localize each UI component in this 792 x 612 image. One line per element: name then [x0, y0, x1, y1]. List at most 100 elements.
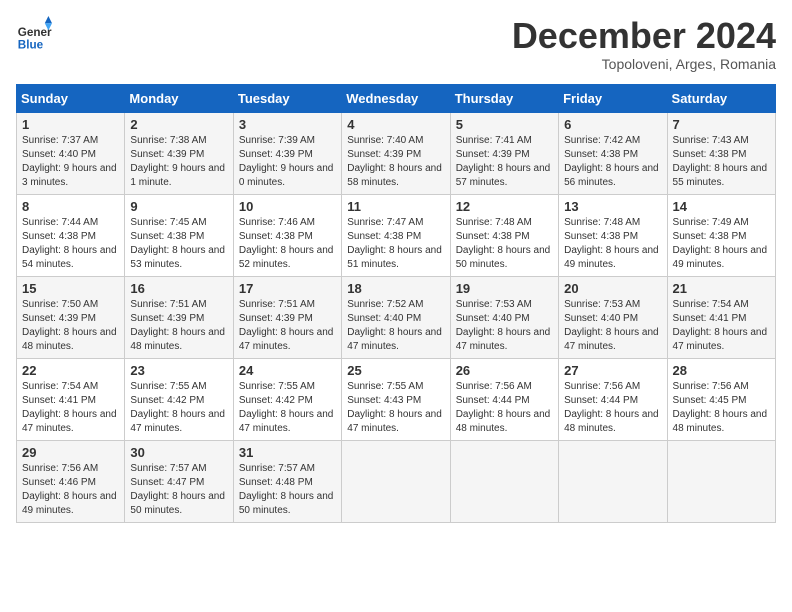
calendar-title: December 2024: [512, 16, 776, 56]
day-info: Sunrise: 7:38 AM Sunset: 4:39 PM Dayligh…: [130, 134, 227, 190]
day-number: 2: [130, 117, 227, 132]
calendar-cell: [450, 440, 558, 522]
calendar-cell: 11 Sunrise: 7:47 AM Sunset: 4:38 PM Dayl…: [342, 194, 450, 276]
calendar-table: Sunday Monday Tuesday Wednesday Thursday…: [16, 84, 776, 523]
calendar-cell: 19 Sunrise: 7:53 AM Sunset: 4:40 PM Dayl…: [450, 276, 558, 358]
day-info: Sunrise: 7:44 AM Sunset: 4:38 PM Dayligh…: [22, 216, 119, 272]
day-number: 12: [456, 199, 553, 214]
day-number: 16: [130, 281, 227, 296]
calendar-cell: [667, 440, 775, 522]
header-row: Sunday Monday Tuesday Wednesday Thursday…: [17, 84, 776, 112]
day-number: 18: [347, 281, 444, 296]
day-number: 26: [456, 363, 553, 378]
calendar-cell: 1 Sunrise: 7:37 AM Sunset: 4:40 PM Dayli…: [17, 112, 125, 194]
col-friday: Friday: [559, 84, 667, 112]
col-wednesday: Wednesday: [342, 84, 450, 112]
day-number: 11: [347, 199, 444, 214]
day-info: Sunrise: 7:49 AM Sunset: 4:38 PM Dayligh…: [673, 216, 770, 272]
calendar-cell: 31 Sunrise: 7:57 AM Sunset: 4:48 PM Dayl…: [233, 440, 341, 522]
day-info: Sunrise: 7:55 AM Sunset: 4:42 PM Dayligh…: [130, 380, 227, 436]
day-info: Sunrise: 7:54 AM Sunset: 4:41 PM Dayligh…: [673, 298, 770, 354]
logo-icon: General Blue: [16, 16, 52, 52]
day-number: 27: [564, 363, 661, 378]
day-info: Sunrise: 7:41 AM Sunset: 4:39 PM Dayligh…: [456, 134, 553, 190]
calendar-cell: 17 Sunrise: 7:51 AM Sunset: 4:39 PM Dayl…: [233, 276, 341, 358]
calendar-cell: 15 Sunrise: 7:50 AM Sunset: 4:39 PM Dayl…: [17, 276, 125, 358]
day-info: Sunrise: 7:50 AM Sunset: 4:39 PM Dayligh…: [22, 298, 119, 354]
calendar-cell: 9 Sunrise: 7:45 AM Sunset: 4:38 PM Dayli…: [125, 194, 233, 276]
day-info: Sunrise: 7:46 AM Sunset: 4:38 PM Dayligh…: [239, 216, 336, 272]
calendar-cell: 7 Sunrise: 7:43 AM Sunset: 4:38 PM Dayli…: [667, 112, 775, 194]
calendar-cell: 16 Sunrise: 7:51 AM Sunset: 4:39 PM Dayl…: [125, 276, 233, 358]
svg-text:Blue: Blue: [18, 38, 44, 51]
day-info: Sunrise: 7:54 AM Sunset: 4:41 PM Dayligh…: [22, 380, 119, 436]
day-info: Sunrise: 7:52 AM Sunset: 4:40 PM Dayligh…: [347, 298, 444, 354]
day-info: Sunrise: 7:55 AM Sunset: 4:42 PM Dayligh…: [239, 380, 336, 436]
day-info: Sunrise: 7:56 AM Sunset: 4:46 PM Dayligh…: [22, 462, 119, 518]
calendar-cell: 3 Sunrise: 7:39 AM Sunset: 4:39 PM Dayli…: [233, 112, 341, 194]
day-number: 19: [456, 281, 553, 296]
day-number: 23: [130, 363, 227, 378]
day-info: Sunrise: 7:48 AM Sunset: 4:38 PM Dayligh…: [564, 216, 661, 272]
svg-text:General: General: [18, 26, 52, 39]
day-info: Sunrise: 7:53 AM Sunset: 4:40 PM Dayligh…: [456, 298, 553, 354]
calendar-week-1: 1 Sunrise: 7:37 AM Sunset: 4:40 PM Dayli…: [17, 112, 776, 194]
logo: General Blue: [16, 16, 52, 52]
calendar-cell: 24 Sunrise: 7:55 AM Sunset: 4:42 PM Dayl…: [233, 358, 341, 440]
day-number: 10: [239, 199, 336, 214]
calendar-cell: 21 Sunrise: 7:54 AM Sunset: 4:41 PM Dayl…: [667, 276, 775, 358]
calendar-week-3: 15 Sunrise: 7:50 AM Sunset: 4:39 PM Dayl…: [17, 276, 776, 358]
day-info: Sunrise: 7:45 AM Sunset: 4:38 PM Dayligh…: [130, 216, 227, 272]
day-info: Sunrise: 7:53 AM Sunset: 4:40 PM Dayligh…: [564, 298, 661, 354]
day-number: 30: [130, 445, 227, 460]
calendar-cell: 29 Sunrise: 7:56 AM Sunset: 4:46 PM Dayl…: [17, 440, 125, 522]
day-number: 8: [22, 199, 119, 214]
day-number: 17: [239, 281, 336, 296]
day-info: Sunrise: 7:39 AM Sunset: 4:39 PM Dayligh…: [239, 134, 336, 190]
day-info: Sunrise: 7:51 AM Sunset: 4:39 PM Dayligh…: [239, 298, 336, 354]
day-info: Sunrise: 7:57 AM Sunset: 4:47 PM Dayligh…: [130, 462, 227, 518]
calendar-cell: 12 Sunrise: 7:48 AM Sunset: 4:38 PM Dayl…: [450, 194, 558, 276]
col-sunday: Sunday: [17, 84, 125, 112]
day-info: Sunrise: 7:42 AM Sunset: 4:38 PM Dayligh…: [564, 134, 661, 190]
day-number: 14: [673, 199, 770, 214]
calendar-cell: 6 Sunrise: 7:42 AM Sunset: 4:38 PM Dayli…: [559, 112, 667, 194]
calendar-cell: 4 Sunrise: 7:40 AM Sunset: 4:39 PM Dayli…: [342, 112, 450, 194]
calendar-cell: 27 Sunrise: 7:56 AM Sunset: 4:44 PM Dayl…: [559, 358, 667, 440]
calendar-cell: 5 Sunrise: 7:41 AM Sunset: 4:39 PM Dayli…: [450, 112, 558, 194]
calendar-cell: 22 Sunrise: 7:54 AM Sunset: 4:41 PM Dayl…: [17, 358, 125, 440]
col-monday: Monday: [125, 84, 233, 112]
page-header: General Blue December 2024 Topoloveni, A…: [16, 16, 776, 72]
day-info: Sunrise: 7:55 AM Sunset: 4:43 PM Dayligh…: [347, 380, 444, 436]
col-tuesday: Tuesday: [233, 84, 341, 112]
day-info: Sunrise: 7:47 AM Sunset: 4:38 PM Dayligh…: [347, 216, 444, 272]
calendar-cell: [342, 440, 450, 522]
day-number: 15: [22, 281, 119, 296]
day-number: 1: [22, 117, 119, 132]
day-number: 6: [564, 117, 661, 132]
day-info: Sunrise: 7:57 AM Sunset: 4:48 PM Dayligh…: [239, 462, 336, 518]
day-number: 25: [347, 363, 444, 378]
col-saturday: Saturday: [667, 84, 775, 112]
calendar-cell: 10 Sunrise: 7:46 AM Sunset: 4:38 PM Dayl…: [233, 194, 341, 276]
day-number: 4: [347, 117, 444, 132]
day-info: Sunrise: 7:37 AM Sunset: 4:40 PM Dayligh…: [22, 134, 119, 190]
calendar-cell: 30 Sunrise: 7:57 AM Sunset: 4:47 PM Dayl…: [125, 440, 233, 522]
calendar-subtitle: Topoloveni, Arges, Romania: [512, 56, 776, 72]
calendar-cell: 26 Sunrise: 7:56 AM Sunset: 4:44 PM Dayl…: [450, 358, 558, 440]
calendar-cell: 28 Sunrise: 7:56 AM Sunset: 4:45 PM Dayl…: [667, 358, 775, 440]
day-info: Sunrise: 7:56 AM Sunset: 4:44 PM Dayligh…: [456, 380, 553, 436]
calendar-cell: 18 Sunrise: 7:52 AM Sunset: 4:40 PM Dayl…: [342, 276, 450, 358]
day-number: 20: [564, 281, 661, 296]
calendar-week-4: 22 Sunrise: 7:54 AM Sunset: 4:41 PM Dayl…: [17, 358, 776, 440]
day-info: Sunrise: 7:51 AM Sunset: 4:39 PM Dayligh…: [130, 298, 227, 354]
calendar-week-5: 29 Sunrise: 7:56 AM Sunset: 4:46 PM Dayl…: [17, 440, 776, 522]
calendar-cell: 20 Sunrise: 7:53 AM Sunset: 4:40 PM Dayl…: [559, 276, 667, 358]
day-info: Sunrise: 7:56 AM Sunset: 4:45 PM Dayligh…: [673, 380, 770, 436]
day-number: 24: [239, 363, 336, 378]
day-number: 21: [673, 281, 770, 296]
day-number: 28: [673, 363, 770, 378]
day-info: Sunrise: 7:48 AM Sunset: 4:38 PM Dayligh…: [456, 216, 553, 272]
calendar-cell: 25 Sunrise: 7:55 AM Sunset: 4:43 PM Dayl…: [342, 358, 450, 440]
calendar-cell: 2 Sunrise: 7:38 AM Sunset: 4:39 PM Dayli…: [125, 112, 233, 194]
